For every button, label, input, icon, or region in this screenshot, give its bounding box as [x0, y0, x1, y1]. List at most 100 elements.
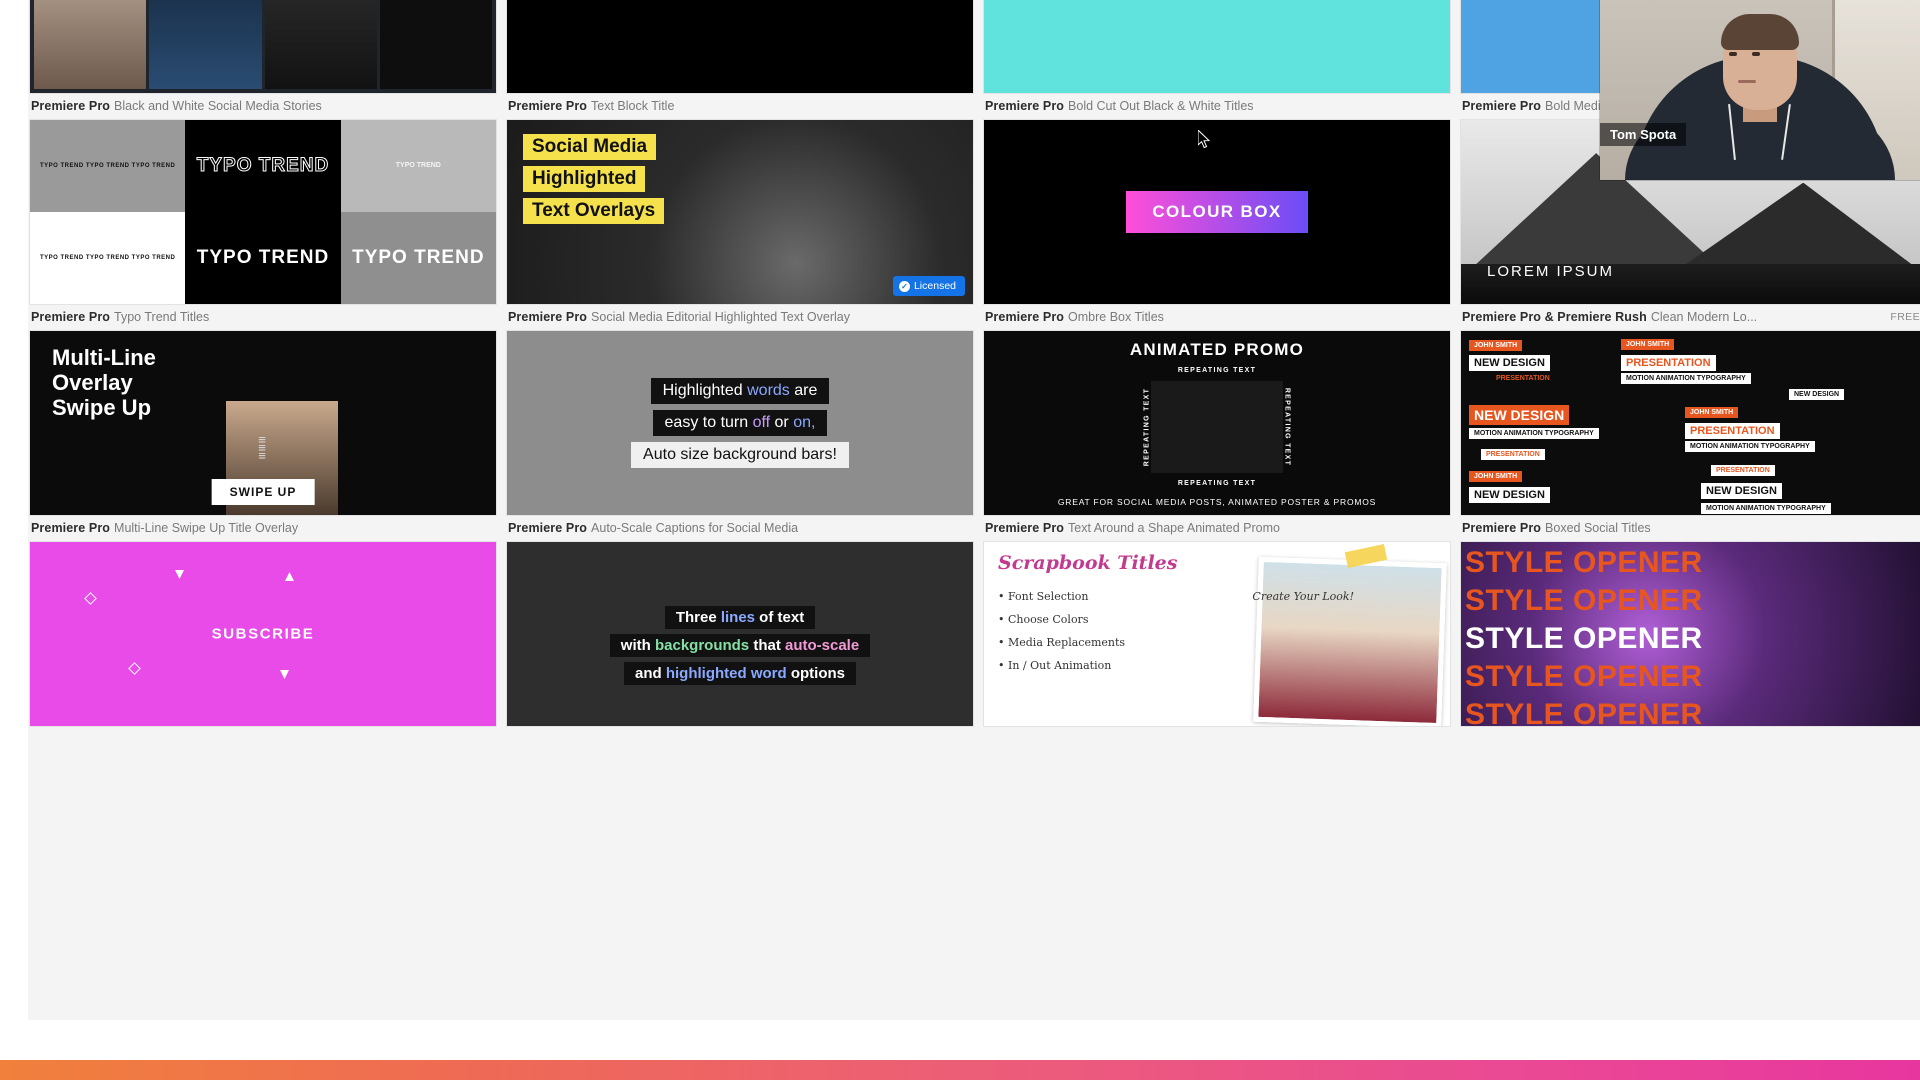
webcam-overlay[interactable]: Tom Spota: [1600, 0, 1920, 180]
licensed-label: Licensed: [913, 280, 956, 292]
diamond-icon: [84, 592, 97, 605]
swipe-up-button[interactable]: SWIPE UP: [211, 479, 315, 505]
card-app-name: Premiere Pro: [985, 99, 1065, 113]
licensed-badge: ✓ Licensed: [892, 276, 965, 296]
gallery-card[interactable]: DEEP DIVE CREATIVE #YOUR TEXT INTRODUCTI…: [29, 0, 497, 119]
boxed-label: JOHN SMITH: [1685, 407, 1739, 418]
typo-word: TYPO TREND: [352, 247, 485, 268]
caption-seg: or: [770, 414, 794, 431]
card-caption: Premiere Pro Boxed Social Titles: [1460, 516, 1920, 541]
ombre-box-text: COLOUR BOX: [1126, 191, 1308, 233]
ring-text-left: REPEATING TEXT: [1143, 387, 1151, 467]
thumbnail-auto-scale-captions[interactable]: Highlighted words are easy to turn off o…: [506, 330, 974, 516]
card-title: Boxed Social Titles: [1545, 521, 1651, 535]
free-badge: FREE: [1890, 311, 1920, 323]
card-app-name: Premiere Pro: [508, 99, 588, 113]
gallery-card[interactable]: TYPO TREND TYPO TREND TYPO TREND TYPO TR…: [29, 119, 497, 330]
caption-line-3: Auto size background bars!: [631, 442, 849, 468]
participant-name-label: Tom Spota: [1600, 123, 1687, 146]
gallery-card[interactable]: Social Media Highlighted Text Overlays ✓…: [506, 119, 974, 330]
card-caption: Premiere Pro Bold Cut Out Black & White T…: [983, 94, 1451, 119]
quadrant: TYPO TREND: [185, 212, 341, 304]
ring-text-bottom: REPEATING TEXT: [1177, 480, 1257, 487]
gallery-card[interactable]: JOHN SMITH NEW DESIGN PRESENTATION JOHN …: [1460, 330, 1920, 541]
highlight-line-2: Highlighted: [523, 166, 646, 192]
thumbnail-style-opener[interactable]: STYLE OPENER STYLE OPENER STYLE OPENER S…: [1460, 541, 1920, 727]
gallery-card[interactable]: COLOUR BOX Premiere Pro Ombre Box Titles: [983, 119, 1451, 330]
boxed-label: PRESENTATION: [1621, 355, 1716, 371]
thumbnail-highlighted-text-overlay[interactable]: Social Media Highlighted Text Overlays ✓…: [506, 119, 974, 305]
thumbnail-multiline-swipe-up[interactable]: Multi-Line Overlay Swipe Up ≡ ≡ ≡ SWIPE UP: [29, 330, 497, 516]
thumbnail-scrapbook-titles[interactable]: Scrapbook Titles • Font Selection • Choo…: [983, 541, 1451, 727]
card-title: Black and White Social Media Stories: [114, 99, 322, 113]
left-gutter: [0, 0, 28, 1020]
boxed-label: PRESENTATION: [1481, 449, 1545, 460]
gallery-card[interactable]: Premiere Pro Text Block Title: [506, 0, 974, 119]
thumbnail-bold-cut-out[interactable]: [983, 0, 1451, 94]
card-caption: [506, 727, 974, 752]
bottom-white-band: [0, 1020, 1920, 1060]
panel: DEEP DIVE CREATIVE: [34, 0, 147, 89]
gallery-card[interactable]: Multi-Line Overlay Swipe Up ≡ ≡ ≡ SWIPE UP…: [29, 330, 497, 541]
boxed-label: MOTION ANIMATION TYPOGRAPHY: [1469, 428, 1599, 439]
promo-heading: ANIMATED PROMO: [1129, 340, 1305, 359]
card-title: Ombre Box Titles: [1068, 310, 1164, 324]
gallery-card[interactable]: Scrapbook Titles • Font Selection • Choo…: [983, 541, 1451, 752]
boxed-label: PRESENTATION: [1711, 465, 1775, 476]
style-line: STYLE OPENER: [1465, 698, 1703, 727]
style-line: STYLE OPENER: [1465, 622, 1703, 655]
line-seg: and: [635, 664, 666, 682]
boxed-label: JOHN SMITH: [1469, 471, 1523, 482]
check-icon: ✓: [898, 280, 910, 292]
scrapbook-bullet: • Media Replacements: [998, 636, 1126, 649]
triangle-icon: [285, 572, 294, 581]
boxed-label: PRESENTATION: [1496, 375, 1550, 382]
thumbnail-text-around-shape[interactable]: ANIMATED PROMO REPEATING TEXT REPEATING …: [983, 330, 1451, 516]
line-seg: of text: [755, 608, 805, 626]
boxed-label: NEW DESIGN: [1701, 483, 1782, 499]
card-app-name: Premiere Pro: [1462, 99, 1542, 113]
gallery-card[interactable]: ANIMATED PROMO REPEATING TEXT REPEATING …: [983, 330, 1451, 541]
caption-seg: are: [789, 382, 818, 399]
boxed-label: NEW DESIGN: [1789, 389, 1845, 400]
card-app-name: Premiere Pro: [31, 521, 111, 535]
thumbnail-text-block-title[interactable]: [506, 0, 974, 94]
gallery-card[interactable]: SUBSCRIBE: [29, 541, 497, 752]
card-app-name: Premiere Pro: [508, 521, 588, 535]
thumbnail-black-white-stories[interactable]: DEEP DIVE CREATIVE #YOUR TEXT INTRODUCTI…: [29, 0, 497, 94]
card-caption: Premiere Pro Text Around a Shape Animated…: [983, 516, 1451, 541]
thumbnail-subscribe[interactable]: SUBSCRIBE: [29, 541, 497, 727]
ring-text-top: REPEATING TEXT: [1177, 367, 1257, 374]
boxed-label: NEW DESIGN: [1469, 355, 1550, 371]
thumbnail-boxed-social-titles[interactable]: JOHN SMITH NEW DESIGN PRESENTATION JOHN …: [1460, 330, 1920, 516]
three-line-3: and highlighted word options: [624, 661, 856, 685]
person-eye-left: [1729, 52, 1737, 56]
scrapbook-note: Create Your Look!: [1252, 590, 1354, 603]
card-title: Text Block Title: [591, 99, 675, 113]
card-caption: Premiere Pro Ombre Box Titles: [983, 305, 1451, 330]
line-seg: that: [749, 636, 785, 654]
gallery-card[interactable]: Three lines of text with backgrounds tha…: [506, 541, 974, 752]
thumbnail-ombre-box[interactable]: COLOUR BOX: [983, 119, 1451, 305]
line-seg-highlight: highlighted word: [665, 664, 787, 682]
card-caption: Premiere Pro & Premiere Rush Clean Modern…: [1460, 305, 1920, 330]
three-line-2: with backgrounds that auto-scale: [609, 633, 871, 657]
gallery-card[interactable]: Premiere Pro Bold Cut Out Black & White T…: [983, 0, 1451, 119]
scrapbook-bullet: • Choose Colors: [998, 613, 1089, 626]
line-seg: options: [786, 664, 845, 682]
gallery-card[interactable]: STYLE OPENER STYLE OPENER STYLE OPENER S…: [1460, 541, 1920, 752]
overlay-text: LOREM IPSUM: [1487, 263, 1615, 280]
caption-seg: Auto size background: [643, 446, 802, 463]
card-title: Social Media Editorial Highlighted Text …: [591, 310, 850, 324]
caption-seg: bars!: [801, 446, 837, 463]
thumbnail-three-lines[interactable]: Three lines of text with backgrounds tha…: [506, 541, 974, 727]
thumbnail-typo-trend[interactable]: TYPO TREND TYPO TREND TYPO TREND TYPO TR…: [29, 119, 497, 305]
typo-small-row: TYPO TREND TYPO TREND TYPO TREND: [39, 254, 176, 261]
card-app-name: Premiere Pro: [985, 310, 1065, 324]
card-title: Auto-Scale Captions for Social Media: [591, 521, 799, 535]
boxed-label: JOHN SMITH: [1621, 339, 1675, 350]
caption-line-1: Highlighted words are: [650, 378, 830, 404]
card-app-name: Premiere Pro: [31, 99, 111, 113]
gallery-card[interactable]: Highlighted words are easy to turn off o…: [506, 330, 974, 541]
card-caption: [1460, 727, 1920, 752]
